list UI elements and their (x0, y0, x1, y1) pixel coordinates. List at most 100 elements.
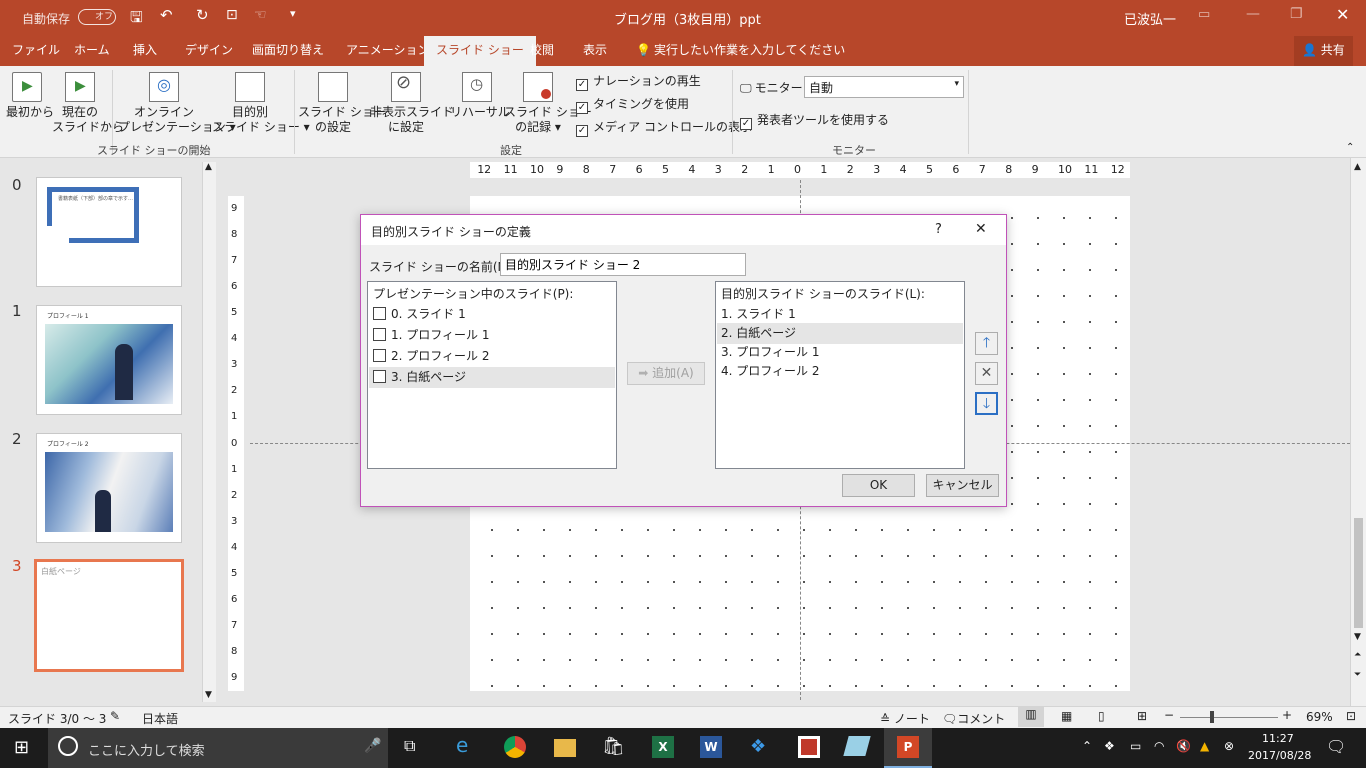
google-drive-icon[interactable]: ▲ (1200, 739, 1209, 753)
save-icon[interactable]: 🖫 (130, 7, 143, 32)
app-icon[interactable] (843, 736, 871, 756)
from-beginning-button[interactable]: ▶ 最初から (6, 72, 54, 120)
from-current-button[interactable]: ▶ 現在の スライドから (52, 72, 124, 135)
comments-button[interactable]: 🗨コメント (942, 710, 1005, 727)
slide-thumbnail-2[interactable]: プロフィール 2 (36, 433, 182, 543)
close-window-icon[interactable]: ✕ (1336, 5, 1349, 24)
list-item-selected[interactable]: 3. 白紙ページ (369, 367, 615, 388)
zoom-out-icon[interactable]: − (1164, 708, 1174, 722)
dropbox-icon[interactable]: ❖ (750, 736, 776, 760)
slide-scrollbar[interactable]: ▲ ▼ ⏶ ⏷ (1350, 158, 1366, 706)
slide-sorter-icon[interactable]: ▦ (1061, 709, 1072, 723)
scroll-thumb[interactable] (1354, 518, 1363, 628)
checkbox-icon[interactable] (373, 307, 386, 320)
store-icon[interactable]: 🛍 (602, 736, 628, 760)
notes-button[interactable]: ≙ ノート (880, 710, 930, 727)
list-item[interactable]: 4. プロフィール 2 (717, 361, 963, 382)
custom-slideshow-button[interactable]: 目的別 スライド ショー ▾ (212, 72, 310, 135)
show-hidden-icons[interactable]: ⌃ (1082, 739, 1092, 753)
redo-icon[interactable]: ↻ (196, 6, 209, 24)
battery-icon[interactable]: ▭ (1130, 739, 1141, 753)
spelling-icon[interactable]: ✎ (110, 709, 120, 723)
custom-show-slides-list[interactable]: 目的別スライド ショーのスライド(L): 1. スライド 1 2. 白紙ページ … (715, 281, 965, 469)
maximize-icon[interactable]: ❐ (1290, 6, 1303, 22)
share-button[interactable]: 👤 共有 (1294, 36, 1353, 66)
user-name[interactable]: 已波弘一 (1124, 9, 1176, 28)
collapse-ribbon-icon[interactable]: ⌃ (1346, 142, 1354, 153)
record-button[interactable]: スライド ショー の記録 ▾ (504, 72, 592, 135)
task-view-icon[interactable]: ⧉ (404, 736, 430, 760)
minimize-icon[interactable]: — (1246, 6, 1260, 22)
tab-design[interactable]: デザイン (183, 36, 235, 66)
reading-view-icon[interactable]: ▯ (1098, 709, 1105, 723)
microphone-icon[interactable]: 🎤 (364, 738, 381, 754)
show-name-input[interactable] (500, 253, 746, 276)
rehearse-button[interactable]: ◷ リハーサル (450, 72, 510, 120)
next-slide-icon[interactable]: ⏷ (1354, 670, 1361, 680)
timings-checkbox[interactable]: ✓ タイミングを使用 (576, 95, 689, 114)
normal-view-icon[interactable]: ▥ (1018, 707, 1044, 727)
chrome-icon[interactable] (504, 736, 526, 758)
zoom-in-icon[interactable]: + (1282, 708, 1292, 722)
slide-thumbnail-1[interactable]: プロフィール 1 (36, 305, 182, 415)
tab-transitions[interactable]: 画面切り替え (250, 36, 326, 66)
list-item[interactable]: 1. プロフィール 1 (369, 325, 615, 346)
fit-to-window-icon[interactable]: ⊡ (1346, 709, 1356, 723)
notification-badge-icon[interactable]: ⊗ (1224, 739, 1234, 753)
checkbox-icon[interactable] (373, 328, 386, 341)
edge-icon[interactable]: e (456, 733, 482, 757)
zoom-level[interactable]: 69% (1306, 710, 1333, 724)
tab-home[interactable]: ホーム (72, 36, 112, 66)
app-icon[interactable] (798, 736, 820, 758)
presenter-view-checkbox[interactable]: ✓ 発表者ツールを使用する (740, 111, 889, 130)
zoom-slider[interactable] (1180, 711, 1278, 723)
presentation-slides-list[interactable]: プレゼンテーション中のスライド(P): 0. スライド 1 1. プロフィール … (367, 281, 617, 469)
list-item[interactable]: 1. スライド 1 (717, 304, 963, 325)
taskbar-search-box[interactable]: ここに入力して検索 🎤 (48, 728, 388, 768)
tab-view[interactable]: 表示 (581, 36, 609, 66)
zoom-slider-thumb[interactable] (1210, 711, 1214, 723)
list-item-selected[interactable]: 2. 白紙ページ (717, 323, 963, 344)
powerpoint-taskbar-button[interactable]: P (884, 728, 932, 768)
undo-icon[interactable]: ↶ (160, 6, 173, 24)
monitor-select[interactable]: 自動 ▾ (804, 76, 964, 98)
help-button[interactable]: ? (935, 222, 942, 237)
tab-animations[interactable]: アニメーション (344, 36, 432, 66)
online-present-button[interactable]: ◎ オンライン プレゼンテーション ▾ (118, 72, 236, 135)
media-controls-checkbox[interactable]: ✓ メディア コントロールの表示 (576, 118, 752, 137)
dialog-close-button[interactable]: ✕ (975, 221, 987, 237)
checkbox-icon[interactable] (373, 349, 386, 362)
tab-file[interactable]: ファイル (10, 36, 62, 66)
list-item[interactable]: 3. プロフィール 1 (717, 342, 963, 363)
add-button[interactable]: ➡ 追加(A) (627, 362, 705, 385)
remove-button[interactable]: ✕ (975, 362, 998, 385)
volume-muted-icon[interactable]: 🔇 (1176, 739, 1191, 753)
customize-qat-icon[interactable]: ▾ (290, 7, 296, 20)
action-center-icon[interactable]: 🗨 (1326, 737, 1346, 756)
slide-thumbnail-3-selected[interactable]: 白紙ページ (34, 559, 184, 672)
tab-review[interactable]: 校閲 (528, 36, 556, 66)
slideshow-view-icon[interactable]: ⊞ (1137, 709, 1147, 723)
ribbon-display-icon[interactable]: ▭ (1198, 7, 1210, 22)
touch-mode-icon[interactable]: ☜ (254, 7, 267, 23)
language-indicator[interactable]: 日本語 (142, 710, 178, 727)
scroll-down-icon[interactable]: ▼ (1354, 632, 1361, 642)
setup-slideshow-button[interactable]: スライド ショー の設定 (298, 72, 386, 135)
clock-date[interactable]: 2017/08/28 (1248, 749, 1311, 762)
cancel-button[interactable]: キャンセル (926, 474, 999, 497)
scroll-up-icon[interactable]: ▲ (1354, 162, 1361, 172)
scroll-down-icon[interactable]: ▼ (205, 690, 212, 700)
word-icon[interactable]: W (700, 736, 722, 758)
excel-icon[interactable]: X (652, 736, 674, 758)
list-item[interactable]: 2. プロフィール 2 (369, 346, 615, 367)
from-start-icon[interactable]: ⊡ (226, 7, 238, 23)
checkbox-icon[interactable] (373, 370, 386, 383)
narration-checkbox[interactable]: ✓ ナレーションの再生 (576, 72, 701, 91)
clock-time[interactable]: 11:27 (1262, 732, 1294, 745)
tab-slideshow[interactable]: スライド ショー (424, 36, 536, 66)
tell-me-box[interactable]: 実行したい作業を入力してください (652, 36, 847, 66)
tab-insert[interactable]: 挿入 (131, 36, 159, 66)
move-down-button[interactable]: 🡓 (975, 392, 998, 415)
windows-start-icon[interactable]: ⊞ (14, 737, 29, 758)
autosave-toggle[interactable]: オフ (78, 9, 116, 25)
